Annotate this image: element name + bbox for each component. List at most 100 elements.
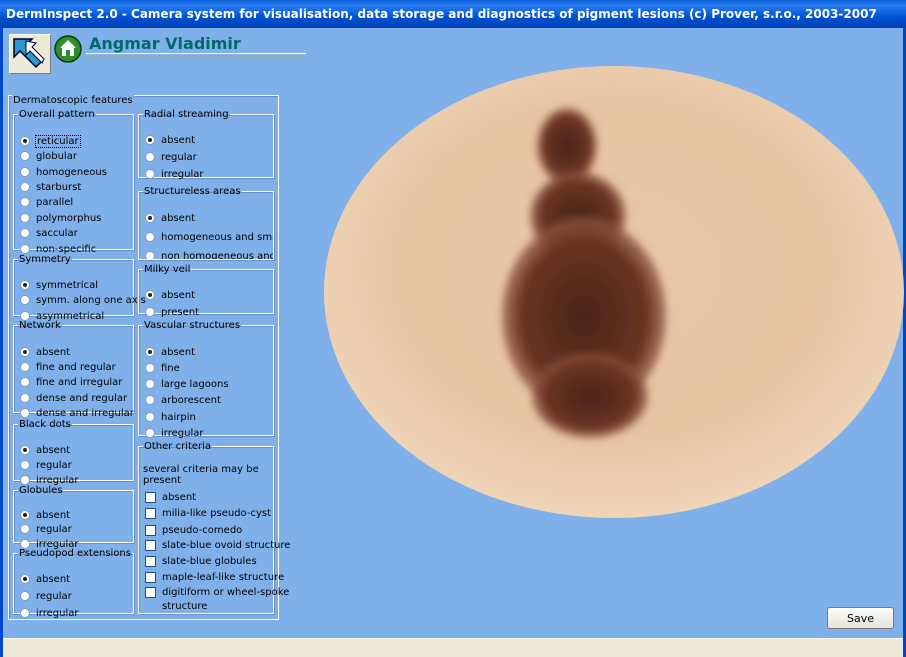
radio-circle[interactable]: [20, 151, 30, 161]
radio-homogeneous-small[interactable]: homogeneous and small: [145, 230, 273, 244]
radio-circle[interactable]: [145, 232, 155, 242]
option-label: absent: [162, 491, 197, 503]
radio-vascular-irregular[interactable]: irregular: [145, 426, 203, 440]
checkbox-other-absent[interactable]: absent: [145, 490, 196, 504]
checkbox-box[interactable]: [145, 586, 156, 598]
radio-circle[interactable]: [20, 362, 30, 372]
option-label: saccular: [36, 227, 78, 239]
radio-circle[interactable]: [20, 295, 30, 305]
radio-globules-regular[interactable]: regular: [20, 522, 72, 536]
checkbox-box[interactable]: [145, 555, 156, 567]
checkbox-box[interactable]: [145, 571, 156, 583]
radio-circle[interactable]: [20, 167, 30, 177]
radio-circle[interactable]: [20, 347, 30, 357]
radio-circle[interactable]: [20, 377, 30, 387]
radio-circle[interactable]: [20, 244, 30, 254]
radio-milky-present[interactable]: present: [145, 305, 199, 319]
radio-arborescent[interactable]: arborescent: [145, 393, 221, 407]
radio-circle[interactable]: [20, 460, 30, 470]
radio-blackdots-absent[interactable]: absent: [20, 443, 70, 457]
group-title: Network: [19, 320, 61, 331]
checkbox-digitiform[interactable]: digitiform or wheel-spoke: [145, 585, 289, 599]
radio-hairpin[interactable]: hairpin: [145, 410, 196, 424]
radio-starburst[interactable]: starburst: [20, 180, 81, 194]
radio-saccular[interactable]: saccular: [20, 226, 78, 240]
radio-circle[interactable]: [20, 228, 30, 238]
radio-network-absent[interactable]: absent: [20, 345, 70, 359]
radio-circle[interactable]: [145, 412, 155, 422]
checkbox-digitiform-label-cont: structure: [162, 599, 207, 613]
radio-vascular-absent[interactable]: absent: [145, 345, 195, 359]
radio-structureless-absent[interactable]: absent: [145, 211, 195, 225]
radio-circle[interactable]: [145, 135, 155, 145]
radio-circle[interactable]: [145, 428, 155, 438]
radio-dense-regular[interactable]: dense and regular: [20, 391, 127, 405]
radio-circle[interactable]: [20, 524, 30, 534]
radio-fine-regular[interactable]: fine and regular: [20, 360, 116, 374]
radio-circle[interactable]: [145, 395, 155, 405]
checkbox-box[interactable]: [145, 507, 156, 519]
radio-circle[interactable]: [20, 408, 30, 418]
home-button[interactable]: [53, 34, 83, 64]
radio-pseudopod-irregular[interactable]: irregular: [20, 606, 78, 620]
save-button[interactable]: Save: [827, 607, 894, 629]
radio-circle[interactable]: [145, 152, 155, 162]
radio-symmetrical[interactable]: symmetrical: [20, 278, 98, 292]
radio-fine-irregular[interactable]: fine and irregular: [20, 375, 122, 389]
radio-homogeneous[interactable]: homogeneous: [20, 165, 107, 179]
radio-circle[interactable]: [145, 169, 155, 179]
radio-radial-irregular[interactable]: irregular: [145, 167, 203, 181]
radio-dense-irregular[interactable]: dense and irregular: [20, 406, 134, 420]
other-criteria-note: several criteria may be present: [143, 464, 259, 486]
checkbox-pseudo-comedo[interactable]: pseudo-comedo: [145, 523, 242, 537]
back-arrow-icon: [13, 38, 45, 69]
group-title: Black dots: [19, 419, 71, 430]
radio-milky-absent[interactable]: absent: [145, 288, 195, 302]
radio-pseudopod-absent[interactable]: absent: [20, 572, 70, 586]
lesion-image[interactable]: [322, 66, 906, 522]
radio-circle[interactable]: [145, 213, 155, 223]
radio-pseudopod-regular[interactable]: regular: [20, 589, 72, 603]
back-button[interactable]: [9, 34, 51, 74]
group-title: Globules: [19, 485, 63, 496]
radio-circle[interactable]: [20, 197, 30, 207]
radio-circle[interactable]: [20, 393, 30, 403]
group-milky-veil: Milky veil absent present: [138, 264, 274, 318]
radio-circle[interactable]: [20, 136, 30, 146]
radio-vascular-fine[interactable]: fine: [145, 361, 180, 375]
radio-non-homogeneous[interactable]: non homogeneous and wic: [145, 249, 273, 259]
radio-radial-absent[interactable]: absent: [145, 133, 195, 147]
radio-circle[interactable]: [20, 182, 30, 192]
radio-large-lagoons[interactable]: large lagoons: [145, 377, 229, 391]
option-label: dense and irregular: [36, 407, 134, 419]
radio-symm-one-axis[interactable]: symm. along one axis: [20, 293, 146, 307]
radio-circle[interactable]: [20, 475, 30, 485]
checkbox-box[interactable]: [145, 524, 156, 536]
checkbox-box[interactable]: [145, 539, 156, 551]
radio-circle[interactable]: [20, 213, 30, 223]
radio-parallel[interactable]: parallel: [20, 195, 73, 209]
radio-circle[interactable]: [145, 379, 155, 389]
radio-globules-absent[interactable]: absent: [20, 508, 70, 522]
checkbox-milia-like[interactable]: milia-like pseudo-cyst: [145, 506, 271, 520]
radio-circle[interactable]: [20, 280, 30, 290]
radio-circle[interactable]: [20, 608, 30, 618]
radio-blackdots-regular[interactable]: regular: [20, 458, 72, 472]
radio-radial-regular[interactable]: regular: [145, 150, 197, 164]
radio-circle[interactable]: [145, 347, 155, 357]
radio-circle[interactable]: [20, 591, 30, 601]
radio-circle[interactable]: [145, 290, 155, 300]
radio-circle[interactable]: [20, 574, 30, 584]
radio-reticular[interactable]: reticular: [20, 134, 81, 148]
radio-circle[interactable]: [20, 510, 30, 520]
checkbox-slate-blue-globules[interactable]: slate-blue globules: [145, 554, 257, 568]
radio-circle[interactable]: [145, 363, 155, 373]
checkbox-box[interactable]: [145, 491, 156, 503]
radio-circle[interactable]: [20, 445, 30, 455]
checkbox-slate-blue-ovoid[interactable]: slate-blue ovoid structure: [145, 538, 290, 552]
radio-globular[interactable]: globular: [20, 149, 77, 163]
radio-circle[interactable]: [145, 251, 155, 259]
radio-circle[interactable]: [145, 307, 155, 317]
checkbox-maple-leaf[interactable]: maple-leaf-like structure: [145, 570, 284, 584]
radio-polymorphus[interactable]: polymorphus: [20, 211, 101, 225]
